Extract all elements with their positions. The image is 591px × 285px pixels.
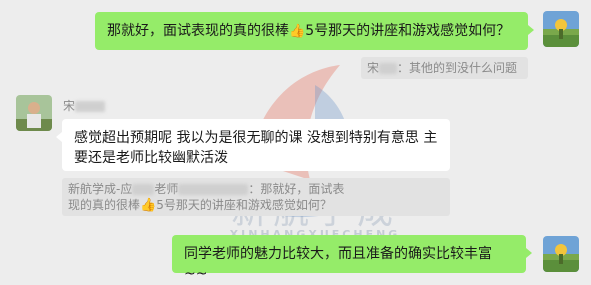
- quote-line: 现的真的很棒👍5号那天的讲座和游戏感觉如何？: [68, 198, 332, 213]
- redacted-name: [75, 101, 106, 112]
- message-text: 那就好，面试表现的真的很棒: [107, 23, 289, 39]
- quote-text: ：其他的到没什么问题: [397, 61, 518, 75]
- quoted-message[interactable]: 新航学成-应 老师 ：那就好，面试表 现的真的很棒👍5号那天的讲座和游戏感觉如何？: [62, 178, 450, 216]
- message-text: 同学老师的魅力比较大，而且准备的确实比较丰富~~: [184, 246, 492, 282]
- self-avatar[interactable]: [543, 236, 579, 272]
- redacted-name: [132, 184, 155, 195]
- quoted-message[interactable]: 宋 ：其他的到没什么问题: [361, 57, 528, 79]
- contact-avatar[interactable]: [16, 95, 52, 131]
- outgoing-message-bubble[interactable]: 同学老师的魅力比较大，而且准备的确实比较丰富~~: [172, 235, 532, 282]
- outgoing-message-bubble[interactable]: 那就好，面试表现的真的很棒👍5号那天的讲座和游戏感觉如何？: [95, 12, 534, 50]
- message-text: 5号那天的讲座和游戏感觉如何？: [305, 23, 511, 39]
- redacted-name: [178, 184, 249, 195]
- quote-sender-name: 宋: [367, 61, 380, 75]
- sender-name: 宋: [63, 97, 106, 114]
- message-text: 感觉超出预期呢 我以为是很无聊的课 没想到特别有意思 主要还是老师比较幽默活泼: [74, 130, 438, 166]
- thumbs-up-icon: 👍: [140, 198, 157, 213]
- self-avatar[interactable]: [543, 11, 579, 47]
- quote-line: 新航学成-应 老师 ：那就好，面试表: [68, 182, 345, 196]
- thumbs-up-icon: 👍: [289, 24, 306, 39]
- redacted-name: [379, 63, 398, 74]
- incoming-message-bubble[interactable]: 感觉超出预期呢 我以为是很无聊的课 没想到特别有意思 主要还是老师比较幽默活泼: [56, 119, 450, 171]
